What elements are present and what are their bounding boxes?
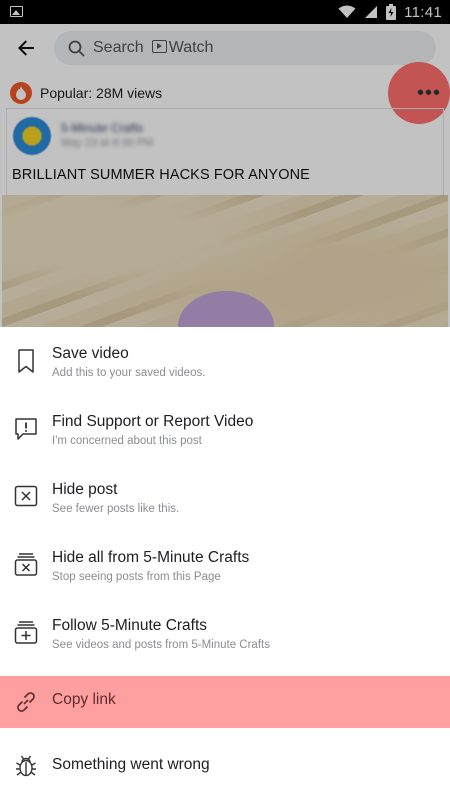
menu-item-label: Save video — [52, 345, 129, 362]
menu-item-label: Follow 5-Minute Crafts — [52, 617, 208, 634]
menu-item-hide-post[interactable]: Hide post See fewer posts like this. — [0, 471, 450, 523]
link-icon — [17, 692, 35, 712]
menu-item-sub: Add this to your saved videos. — [52, 367, 206, 379]
hide-icon — [14, 485, 38, 507]
hide-all-icon — [14, 553, 38, 576]
bookmark-icon — [18, 349, 34, 373]
report-icon — [15, 418, 37, 440]
dim-overlay[interactable] — [0, 0, 450, 327]
menu-item-save-video[interactable]: Save video Add this to your saved videos… — [0, 335, 450, 387]
menu-item-sub: See videos and posts from 5-Minute Craft… — [52, 639, 270, 651]
menu-item-label: Something went wrong — [52, 756, 210, 773]
menu-item-hide-all[interactable]: Hide all from 5-Minute Crafts Stop seein… — [0, 539, 450, 591]
menu-item-something-wrong[interactable]: Something went wrong — [0, 741, 450, 793]
follow-icon — [14, 621, 38, 644]
bug-icon — [16, 755, 36, 777]
menu-item-label: Hide all from 5-Minute Crafts — [52, 549, 250, 566]
menu-item-sub: Stop seeing posts from this Page — [52, 571, 221, 583]
menu-item-label: Hide post — [52, 481, 118, 498]
options-sheet: Save video Add this to your saved videos… — [0, 327, 450, 800]
menu-item-label: Find Support or Report Video — [52, 413, 254, 430]
menu-item-label: Copy link — [52, 691, 116, 708]
menu-item-follow[interactable]: Follow 5-Minute Crafts See videos and po… — [0, 607, 450, 659]
menu-item-sub: I'm concerned about this post — [52, 435, 202, 447]
menu-item-report-video[interactable]: Find Support or Report Video I'm concern… — [0, 403, 450, 455]
menu-item-sub: See fewer posts like this. — [52, 503, 180, 515]
menu-item-copy-link[interactable]: Copy link — [0, 676, 450, 728]
